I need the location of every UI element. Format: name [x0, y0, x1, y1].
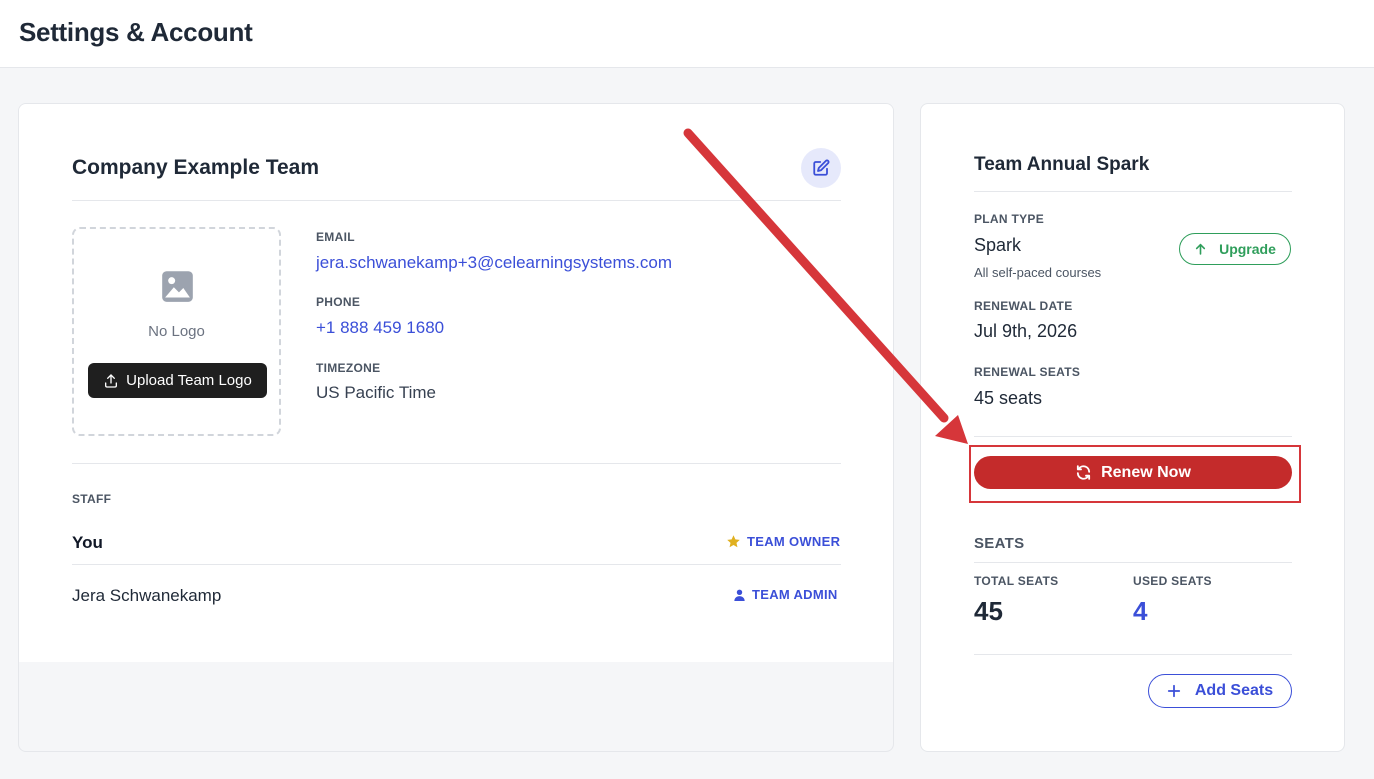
team-card-body: Company Example Team No Logo Upload Team…: [19, 104, 893, 662]
plan-title: Team Annual Spark: [974, 154, 1150, 175]
timezone-value: US Pacific Time: [316, 383, 436, 402]
team-card: Company Example Team No Logo Upload Team…: [18, 103, 894, 752]
total-seats-value: 45: [974, 596, 1003, 626]
role-label: TEAM ADMIN: [752, 587, 838, 602]
arrow-up-icon: [1195, 243, 1206, 255]
image-icon: [162, 271, 193, 302]
email-link[interactable]: jera.schwanekamp+3@celearningsystems.com: [316, 253, 672, 273]
edit-team-button[interactable]: [801, 148, 841, 188]
plan-type-value: Spark: [974, 235, 1022, 255]
renewal-seats-label: RENEWAL SEATS: [974, 365, 1081, 379]
staff-divider: [72, 463, 841, 464]
add-seats-button[interactable]: Add Seats: [1148, 674, 1292, 708]
staff-member-name: Jera Schwanekamp: [72, 586, 222, 605]
renew-divider: [974, 436, 1292, 437]
renewal-date-label: RENEWAL DATE: [974, 299, 1073, 313]
role-badge: TEAM ADMIN: [733, 587, 838, 602]
upload-team-logo-label: Upload Team Logo: [126, 372, 252, 389]
email-label: EMAIL: [316, 230, 355, 244]
staff-row-divider: [72, 564, 841, 565]
team-name: Company Example Team: [72, 156, 320, 179]
edit-icon: [813, 159, 830, 176]
seats-heading: SEATS: [974, 535, 1025, 552]
phone-label: PHONE: [316, 295, 361, 309]
user-icon: [734, 589, 745, 601]
top-bar: Settings & Account: [0, 0, 1374, 68]
add-seats-label: Add Seats: [1194, 682, 1274, 699]
upgrade-button[interactable]: Upgrade: [1179, 233, 1291, 265]
plan-type-label: PLAN TYPE: [974, 212, 1045, 226]
role-badge: TEAM OWNER: [726, 534, 840, 549]
renewal-seats-value: 45 seats: [974, 388, 1043, 408]
plus-icon: [1167, 684, 1180, 698]
total-seats-label: TOTAL SEATS: [974, 574, 1059, 588]
renew-now-button[interactable]: Renew Now: [974, 456, 1292, 489]
team-header-divider: [72, 200, 841, 201]
staff-label: STAFF: [72, 492, 112, 506]
plan-type-description: All self-paced courses: [974, 265, 1102, 280]
add-seats-divider: [974, 654, 1292, 655]
star-icon: [727, 535, 740, 548]
used-seats-label: USED SEATS: [1133, 574, 1212, 588]
staff-member-name: You: [72, 533, 103, 552]
plan-title-divider: [974, 191, 1292, 192]
upload-icon: [105, 373, 118, 388]
role-label: TEAM OWNER: [747, 534, 841, 549]
upload-team-logo-button[interactable]: Upload Team Logo: [88, 363, 267, 398]
seats-divider: [974, 562, 1292, 563]
refresh-icon: [1077, 465, 1091, 480]
renew-now-label: Renew Now: [1101, 463, 1191, 481]
phone-link[interactable]: +1 888 459 1680: [316, 318, 444, 338]
plan-card: Team Annual Spark PLAN TYPE Spark All se…: [920, 103, 1345, 752]
used-seats-value: 4: [1133, 596, 1148, 626]
renewal-date-value: Jul 9th, 2026: [974, 321, 1078, 341]
page-title: Settings & Account: [19, 17, 253, 47]
timezone-label: TIMEZONE: [316, 361, 381, 375]
logo-dropzone[interactable]: No Logo Upload Team Logo: [72, 227, 281, 436]
upgrade-label: Upgrade: [1219, 241, 1276, 257]
no-logo-text: No Logo: [148, 323, 205, 340]
